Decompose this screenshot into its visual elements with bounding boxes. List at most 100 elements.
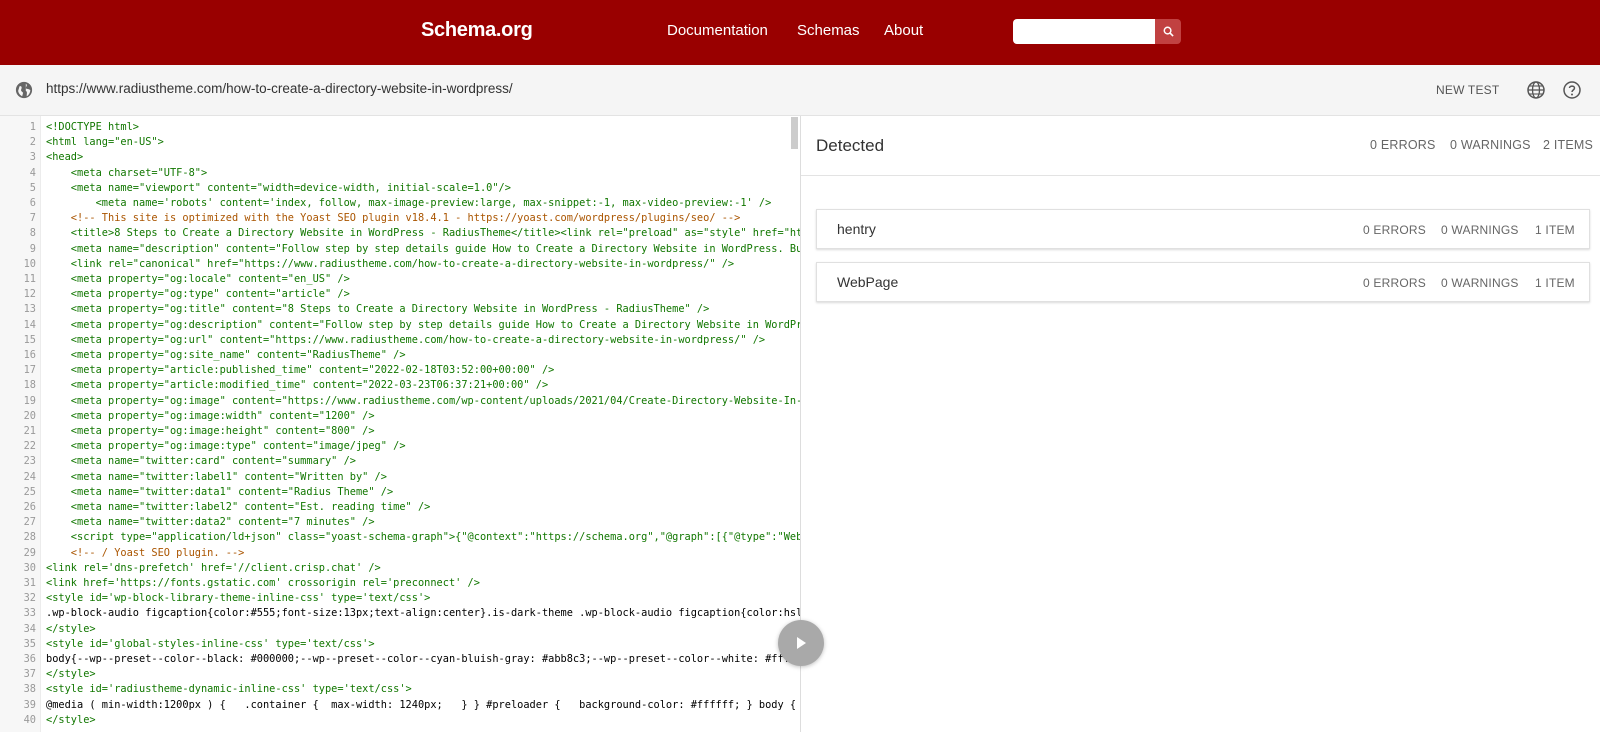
line-number: 18 bbox=[23, 379, 36, 392]
total-warnings: 0 WARNINGS bbox=[1450, 138, 1531, 152]
play-icon bbox=[797, 637, 806, 649]
source-code-editor[interactable]: 1 <!DOCTYPE html> 2 <html lang="en-US"> 3 <he… bbox=[0, 116, 800, 732]
code-line: 12 <meta property="og:type" content="art… bbox=[0, 287, 800, 302]
code-line: 28 <script type="application/ld+json" cl… bbox=[0, 530, 800, 545]
code-line: 29 <!-- / Yoast SEO plugin. --> bbox=[0, 546, 800, 561]
line-number: 2 bbox=[29, 136, 36, 149]
line-number: 16 bbox=[23, 349, 36, 361]
code-line: 33 .wp-block-audio figcaption{color:#555;… bbox=[0, 606, 800, 621]
line-number: 3 bbox=[29, 151, 36, 164]
code-line: 21 <meta property="og:image:height" cont… bbox=[0, 424, 800, 439]
code-text: .wp-block-audio figcaption{color:#555;fo… bbox=[46, 607, 800, 620]
search-icon bbox=[1163, 26, 1174, 37]
result-type-name: WebPage bbox=[837, 274, 899, 290]
nav-schemas[interactable]: Schemas bbox=[797, 22, 860, 39]
code-line: 1 <!DOCTYPE html> bbox=[0, 120, 800, 135]
line-number: 10 bbox=[23, 257, 36, 270]
code-text: <meta property="og:image:height" content… bbox=[46, 425, 375, 437]
line-number: 22 bbox=[23, 440, 36, 453]
code-text: <meta name="twitter:label1" content="Wri… bbox=[46, 470, 387, 483]
code-text: <meta property="og:description" content=… bbox=[46, 318, 800, 331]
search-button[interactable] bbox=[1155, 19, 1181, 44]
code-line: 19 <meta property="og:image" content="ht… bbox=[0, 394, 800, 409]
code-line: 18 <meta property="article:modified_time… bbox=[0, 378, 800, 393]
result-warnings: 0 WARNINGS bbox=[1441, 223, 1519, 237]
globe-icon bbox=[15, 81, 33, 99]
code-line: 31 <link href='https://fonts.gstatic.com'… bbox=[0, 576, 800, 591]
tested-url[interactable]: https://www.radiustheme.com/how-to-creat… bbox=[46, 81, 513, 96]
code-line: 14 <meta property="og:description" conte… bbox=[0, 318, 800, 333]
code-text: <meta property="og:image:type" content="… bbox=[46, 440, 406, 453]
code-text: <meta property="article:modified_time" c… bbox=[46, 379, 549, 392]
code-line: 40 </style> bbox=[0, 713, 800, 728]
run-test-button[interactable] bbox=[778, 620, 824, 666]
code-text: <style id='global-styles-inline-css' typ… bbox=[46, 637, 375, 650]
new-test-button[interactable]: NEW TEST bbox=[1436, 83, 1499, 97]
code-line: 4 <meta charset="UTF-8"> bbox=[0, 166, 800, 181]
code-text: </style> bbox=[46, 622, 96, 635]
code-text: body{--wp--preset--color--black: #000000… bbox=[46, 653, 800, 665]
code-text: <meta property="og:locale" content="en_U… bbox=[46, 273, 350, 285]
top-header: Schema.org Documentation Schemas About bbox=[0, 0, 1600, 65]
line-number: 17 bbox=[23, 364, 36, 377]
code-text: <meta name="viewport" content="width=dev… bbox=[46, 181, 511, 194]
detected-title: Detected bbox=[816, 136, 885, 155]
code-text: <meta name="twitter:card" content="summa… bbox=[46, 455, 356, 468]
total-items: 2 ITEMS bbox=[1543, 138, 1594, 152]
nav-about[interactable]: About bbox=[884, 22, 923, 39]
code-line: 9 <meta name="description" content="Foll… bbox=[0, 242, 800, 257]
result-type-name: hentry bbox=[837, 221, 876, 237]
line-number: 12 bbox=[23, 288, 36, 301]
help-icon[interactable] bbox=[1562, 80, 1582, 100]
code-text: <head> bbox=[46, 151, 84, 164]
code-text: <html lang="en-US"> bbox=[46, 136, 164, 149]
line-number: 28 bbox=[23, 531, 36, 544]
result-items: 1 ITEM bbox=[1535, 223, 1575, 237]
code-scrollbar[interactable] bbox=[791, 117, 798, 149]
line-number: 27 bbox=[23, 516, 36, 529]
code-line: 39 @media ( min-width:1200px ) { .contain… bbox=[0, 698, 800, 713]
line-number: 8 bbox=[29, 227, 36, 240]
line-number: 6 bbox=[29, 197, 36, 209]
code-line: 32 <style id='wp-block-library-theme-inli… bbox=[0, 591, 800, 606]
code-line: 20 <meta property="og:image:width" conte… bbox=[0, 409, 800, 424]
code-line: 5 <meta name="viewport" content="width=d… bbox=[0, 181, 800, 196]
results-panel: Detected 0 ERRORS 0 WARNINGS 2 ITEMS hen… bbox=[800, 116, 1600, 732]
code-text: <meta property="og:image" content="https… bbox=[46, 394, 800, 407]
result-card-hentry[interactable]: hentry 0 ERRORS 0 WARNINGS 1 ITEM bbox=[816, 209, 1590, 249]
code-line: 15 <meta property="og:url" content="http… bbox=[0, 333, 800, 348]
code-line: 16 <meta property="og:site_name" content… bbox=[0, 348, 800, 363]
nav-documentation[interactable]: Documentation bbox=[667, 22, 768, 39]
line-number: 24 bbox=[23, 470, 36, 483]
line-number: 29 bbox=[23, 546, 36, 559]
code-text: <meta name="twitter:data1" content="Radi… bbox=[46, 485, 394, 498]
line-number: 23 bbox=[23, 455, 36, 468]
line-number: 19 bbox=[23, 394, 36, 407]
code-line: 26 <meta name="twitter:label2" content="… bbox=[0, 500, 800, 515]
line-number: 7 bbox=[29, 212, 36, 225]
code-text: <link href='https://fonts.gstatic.com' c… bbox=[46, 577, 480, 589]
divider bbox=[801, 175, 1600, 176]
code-text: <!DOCTYPE html> bbox=[46, 121, 139, 133]
code-text: <meta property="og:type" content="articl… bbox=[46, 288, 350, 301]
code-line: 25 <meta name="twitter:data1" content="R… bbox=[0, 485, 800, 500]
line-number: 38 bbox=[23, 683, 36, 696]
line-number: 1 bbox=[29, 121, 36, 133]
search-input[interactable] bbox=[1013, 19, 1155, 44]
site-logo[interactable]: Schema.org bbox=[421, 19, 533, 42]
code-line: 34 </style> bbox=[0, 622, 800, 637]
code-text: <title>8 Steps to Create a Directory Web… bbox=[46, 227, 800, 240]
code-line: 13 <meta property="og:title" content="8 … bbox=[0, 302, 800, 317]
language-icon[interactable] bbox=[1526, 80, 1546, 100]
code-line: 6 <meta name='robots' content='index, fo… bbox=[0, 196, 800, 211]
result-items: 1 ITEM bbox=[1535, 276, 1575, 290]
code-line: 23 <meta name="twitter:card" content="su… bbox=[0, 454, 800, 469]
line-number: 14 bbox=[23, 318, 36, 331]
result-errors: 0 ERRORS bbox=[1363, 276, 1426, 290]
line-number: 13 bbox=[23, 303, 36, 316]
result-card-webpage[interactable]: WebPage 0 ERRORS 0 WARNINGS 1 ITEM bbox=[816, 262, 1590, 302]
result-errors: 0 ERRORS bbox=[1363, 223, 1426, 237]
total-errors: 0 ERRORS bbox=[1370, 138, 1436, 152]
code-text: @media ( min-width:1200px ) { .container… bbox=[46, 698, 800, 711]
code-text: <style id='radiustheme-dynamic-inline-cs… bbox=[46, 683, 412, 696]
